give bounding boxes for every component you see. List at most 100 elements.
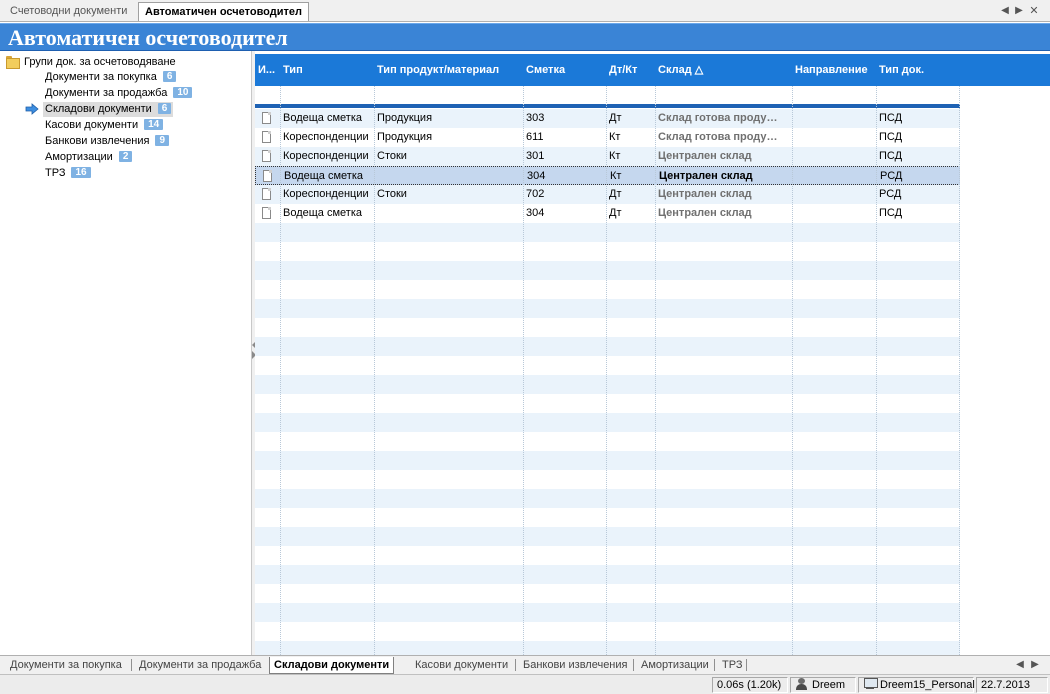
tree-item-depreciation[interactable]: Амортизации 2 (43, 150, 134, 165)
cell-warehouse[interactable]: Централен склад (655, 204, 792, 223)
cell-doc-type[interactable]: ПСД (876, 147, 960, 166)
tree-item-bank-statements[interactable]: Банкови извлечения 9 (43, 134, 171, 149)
bottom-tab-warehouse-documents[interactable]: Складови документи (269, 657, 395, 674)
empty-row (255, 223, 960, 242)
table-row[interactable]: Водеща сметка 304 Кт Централен склад РСД (255, 166, 960, 185)
cell-product-type[interactable]: Продукция (374, 109, 523, 128)
bottom-tab-purchase-documents[interactable]: Документи за покупка (6, 657, 126, 674)
empty-row (255, 470, 960, 489)
column-header-product-type[interactable]: Тип продукт/материал (374, 54, 523, 86)
cell-direction[interactable] (792, 204, 876, 223)
tab-auto-accountant[interactable]: Автоматичен осчетоводител (138, 2, 309, 21)
cell-account[interactable]: 611 (523, 128, 606, 147)
tree-item-payroll[interactable]: ТРЗ 16 (43, 166, 93, 181)
count-badge: 6 (162, 71, 177, 82)
empty-row (255, 242, 960, 261)
empty-row (255, 413, 960, 432)
table-row[interactable]: Кореспонденции Стоки 702 Дт Централен склад Р… (255, 185, 960, 204)
cell-doc-type[interactable]: ПСД (876, 204, 960, 223)
cell-warehouse[interactable]: Централен склад (655, 147, 792, 166)
count-badge: 10 (173, 87, 193, 98)
cell-type[interactable]: Кореспонденции (280, 147, 374, 166)
bottom-scroll-right-icon[interactable]: ▶ (1028, 657, 1042, 673)
column-header-account[interactable]: Сметка (523, 54, 606, 86)
user-icon (795, 678, 809, 690)
cell-account[interactable]: 702 (523, 185, 606, 204)
bottom-tab-bank-statements[interactable]: Банкови извлечения (519, 657, 631, 674)
status-timing: 0.06s (1.20k) (712, 677, 788, 693)
column-header-debit-credit[interactable]: Дт/Кт (606, 54, 655, 86)
bottom-tab-depreciation[interactable]: Амортизации (637, 657, 713, 674)
bottom-tab-payroll[interactable]: ТРЗ (718, 657, 746, 674)
cell-product-type[interactable] (375, 167, 524, 186)
tree-item-sales-documents[interactable]: Документи за продажба 10 (43, 86, 194, 101)
empty-row (255, 489, 960, 508)
cell-debit-credit[interactable]: Дт (606, 185, 655, 204)
column-header-type[interactable]: Тип (280, 54, 374, 86)
database-icon (863, 678, 878, 690)
bottom-tab-sales-documents[interactable]: Документи за продажба (135, 657, 265, 674)
table-row[interactable]: Кореспонденции Продукция 611 Кт Склад готова… (255, 128, 960, 147)
cell-warehouse[interactable]: Централен склад (656, 167, 793, 186)
cell-type[interactable]: Кореспонденции (280, 128, 374, 147)
cell-product-type[interactable]: Продукция (374, 128, 523, 147)
tab-scroll-right-icon[interactable]: ▶ (1012, 3, 1026, 19)
column-header-id[interactable]: И... (255, 54, 280, 86)
tab-accounting-documents[interactable]: Счетоводни документи (4, 2, 133, 21)
bottom-scroll-left-icon[interactable]: ◀ (1013, 657, 1027, 673)
cell-direction[interactable] (792, 128, 876, 147)
document-icon (262, 112, 271, 124)
cell-type[interactable]: Кореспонденции (280, 185, 374, 204)
column-header-warehouse[interactable]: Склад △ (655, 54, 792, 86)
tree-item-warehouse-documents[interactable]: Складови документи 6 (43, 102, 174, 117)
cell-debit-credit[interactable]: Дт (606, 204, 655, 223)
current-item-arrow-icon (25, 103, 39, 115)
cell-account[interactable]: 303 (523, 109, 606, 128)
table-row[interactable]: Кореспонденции Стоки 301 Кт Централен склад П… (255, 147, 960, 166)
grid-filter-row[interactable] (255, 86, 960, 103)
table-row[interactable]: Водеща сметка 304 Дт Централен склад ПСД (255, 204, 960, 223)
count-badge: 9 (155, 135, 170, 146)
cell-product-type[interactable]: Стоки (374, 185, 523, 204)
empty-row (255, 375, 960, 394)
cell-debit-credit[interactable]: Кт (607, 167, 656, 186)
cell-type[interactable]: Водеща сметка (280, 204, 374, 223)
empty-row (255, 546, 960, 565)
cell-direction[interactable] (792, 109, 876, 128)
tree-item-label: Документи за продажба (45, 87, 168, 99)
close-tab-icon[interactable]: ✕ (1027, 3, 1041, 19)
document-group-tree: Групи док. за осчетоводяване Документи з… (0, 51, 251, 655)
tree-item-cash-documents[interactable]: Касови документи 14 (43, 118, 165, 133)
cell-account[interactable]: 304 (523, 204, 606, 223)
cell-direction[interactable] (792, 185, 876, 204)
cell-direction[interactable] (793, 167, 877, 186)
column-header-doc-type[interactable]: Тип док. (876, 54, 960, 86)
cell-product-type[interactable]: Стоки (374, 147, 523, 166)
cell-type[interactable]: Водеща сметка (281, 167, 375, 186)
tab-scroll-left-icon[interactable]: ◀ (998, 3, 1012, 19)
tree-item-purchase-documents[interactable]: Документи за покупка 6 (43, 70, 178, 85)
page-title: Автоматичен осчетоводител (8, 25, 288, 50)
cell-warehouse[interactable]: Централен склад (655, 185, 792, 204)
cell-warehouse[interactable]: Склад готова проду… (655, 109, 792, 128)
bottom-tab-cash-documents[interactable]: Касови документи (411, 657, 512, 674)
folder-icon (6, 55, 20, 69)
cell-account[interactable]: 301 (523, 147, 606, 166)
tree-root[interactable]: Групи док. за осчетоводяване (6, 54, 176, 70)
cell-debit-credit[interactable]: Кт (606, 128, 655, 147)
count-badge: 14 (144, 119, 164, 130)
cell-debit-credit[interactable]: Дт (606, 109, 655, 128)
cell-doc-type[interactable]: ПСД (876, 109, 960, 128)
cell-doc-type[interactable]: РСД (876, 185, 960, 204)
cell-warehouse[interactable]: Склад готова проду… (655, 128, 792, 147)
cell-type[interactable]: Водеща сметка (280, 109, 374, 128)
cell-doc-type[interactable]: РСД (877, 167, 961, 186)
table-row[interactable]: Водеща сметка Продукция 303 Дт Склад готова … (255, 109, 960, 128)
cell-account[interactable]: 304 (524, 167, 607, 186)
cell-debit-credit[interactable]: Кт (606, 147, 655, 166)
cell-product-type[interactable] (374, 204, 523, 223)
cell-direction[interactable] (792, 147, 876, 166)
cell-doc-type[interactable]: ПСД (876, 128, 960, 147)
empty-row (255, 432, 960, 451)
column-header-direction[interactable]: Направление (792, 54, 876, 86)
